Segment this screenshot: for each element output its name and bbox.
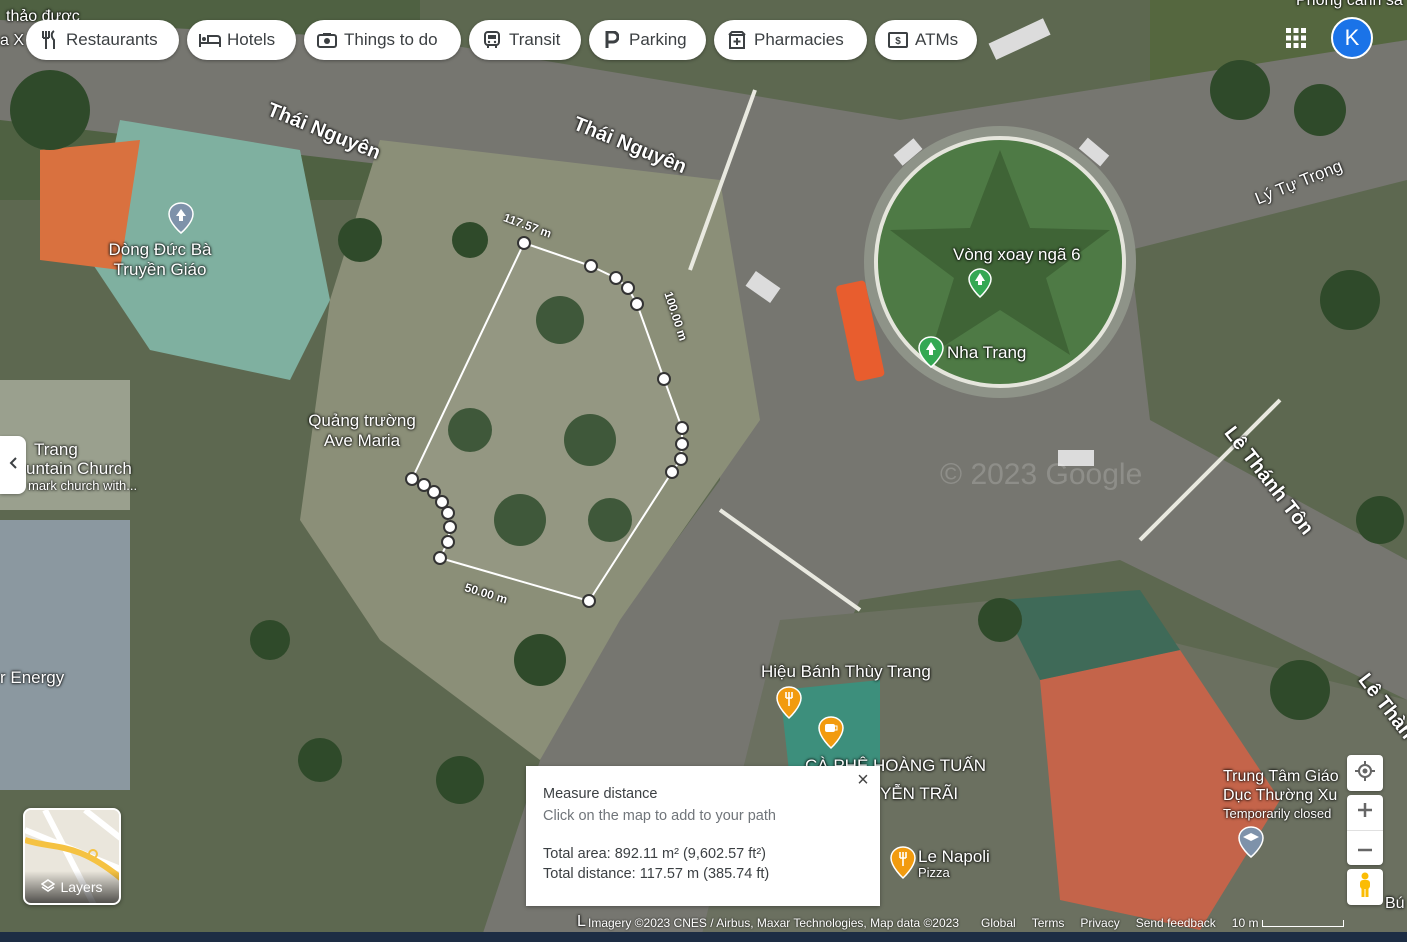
imagery-attribution: Imagery ©2023 CNES / Airbus, Maxar Techn… — [588, 916, 959, 930]
chip-atms[interactable]: $ ATMs — [875, 20, 977, 60]
scale-label[interactable]: 10 m — [1232, 916, 1259, 930]
chip-things-to-do[interactable]: Things to do — [304, 20, 461, 60]
park-pin-icon[interactable] — [968, 268, 992, 303]
map-watermark: © 2023 Google — [940, 458, 1143, 491]
place-label-yen-trai[interactable]: YỄN TRÃI — [880, 784, 958, 804]
nha-trang-pin-icon[interactable] — [918, 336, 944, 373]
measure-title: Measure distance — [543, 786, 658, 802]
measure-total-distance: Total distance: 117.57 m (385.74 ft) — [543, 866, 770, 882]
place-label-top-left-2[interactable]: a X — [0, 32, 24, 50]
layers-label: Layers — [60, 879, 103, 895]
measure-distance-panel: × Measure distance Click on the map to a… — [526, 766, 880, 906]
chip-label: Things to do — [344, 30, 438, 49]
chip-label: ATMs — [915, 30, 959, 49]
scale-bar — [1262, 919, 1345, 927]
place-label-temp-closed: Temporarily closed — [1223, 806, 1332, 821]
account-avatar[interactable]: K — [1331, 17, 1373, 59]
chip-parking[interactable]: Parking — [589, 20, 706, 60]
street-view-pegman-button[interactable] — [1347, 869, 1383, 905]
place-label-energy[interactable]: r Energy — [0, 668, 64, 688]
chip-label: Pharmacies — [754, 30, 844, 49]
school-pin-icon[interactable] — [1238, 826, 1264, 863]
chip-pharmacies[interactable]: Pharmacies — [714, 20, 867, 60]
layers-button[interactable]: Layers — [23, 808, 121, 905]
place-label-church-3: mark church with... — [28, 478, 138, 493]
church-pin-icon[interactable] — [168, 202, 194, 239]
pharmacy-icon — [726, 29, 748, 51]
place-label-church-2[interactable]: untain Church — [26, 459, 132, 479]
atm-icon: $ — [887, 29, 909, 51]
bus-icon — [481, 29, 503, 51]
layers-icon — [41, 878, 56, 896]
my-location-button[interactable] — [1347, 755, 1383, 791]
chip-label: Hotels — [227, 30, 276, 49]
place-label-dong-duc-ba[interactable]: Dòng Đức Bà Truyền Giáo — [104, 240, 216, 279]
collapse-side-panel-button[interactable] — [0, 436, 26, 494]
place-label-trung-tam-1[interactable]: Trung Tâm Giáo — [1223, 768, 1339, 786]
send-feedback-link[interactable]: Send feedback — [1136, 916, 1216, 930]
place-label-pizza: Pizza — [918, 865, 950, 880]
camera-icon — [316, 29, 338, 51]
place-label-quang-truong[interactable]: Quảng trường Ave Maria — [300, 411, 424, 450]
pizza-pin-icon[interactable] — [890, 846, 916, 885]
plus-icon — [1358, 803, 1372, 822]
zoom-out-button[interactable] — [1347, 831, 1383, 865]
map-footer: Imagery ©2023 CNES / Airbus, Maxar Techn… — [580, 913, 1407, 933]
privacy-link[interactable]: Privacy — [1080, 916, 1119, 930]
location-target-icon — [1355, 760, 1375, 786]
parking-icon — [601, 29, 623, 51]
account-initial: K — [1344, 25, 1360, 50]
close-icon[interactable]: × — [852, 770, 874, 792]
place-label-trung-tam-2[interactable]: Dục Thường Xu — [1223, 787, 1337, 805]
place-label-bottom-right-edge[interactable]: Bú — [1385, 895, 1405, 913]
fork-knife-icon — [38, 29, 60, 51]
terms-link[interactable]: Terms — [1032, 916, 1065, 930]
chip-hotels[interactable]: Hotels — [187, 20, 296, 60]
zoom-control — [1347, 795, 1383, 865]
place-label-hieu-banh[interactable]: Hiệu Bánh Thùy Trang — [761, 662, 931, 682]
zoom-in-button[interactable] — [1347, 796, 1383, 831]
place-label-nha-trang[interactable]: Nha Trang — [947, 343, 1026, 363]
chip-restaurants[interactable]: Restaurants — [26, 20, 179, 60]
pegman-icon — [1358, 872, 1372, 903]
chip-transit[interactable]: Transit — [469, 20, 581, 60]
chevron-left-icon — [9, 456, 17, 474]
place-label-phong-canh[interactable]: Phong cảnh sa — [1296, 0, 1403, 10]
apps-grid-icon[interactable] — [1286, 28, 1306, 48]
place-label-church-1[interactable]: Trang — [34, 440, 78, 460]
bed-icon — [199, 29, 221, 51]
place-label-vong-xoay[interactable]: Vòng xoay ngã 6 — [953, 245, 1081, 265]
restaurant-pin-icon[interactable] — [776, 686, 802, 725]
chip-label: Restaurants — [66, 30, 158, 49]
measure-total-area: Total area: 892.11 m² (9,602.57 ft²) — [543, 846, 766, 862]
place-label-le-napoli[interactable]: Le Napoli — [918, 847, 990, 867]
cafe-pin-icon[interactable] — [818, 716, 844, 755]
minus-icon — [1358, 839, 1372, 857]
bottom-bar — [0, 932, 1407, 942]
chip-label: Transit — [509, 30, 561, 49]
global-link[interactable]: Global — [981, 916, 1016, 930]
svg-text:$: $ — [895, 36, 901, 47]
measure-hint: Click on the map to add to your path — [543, 808, 776, 824]
chip-label: Parking — [629, 30, 687, 49]
